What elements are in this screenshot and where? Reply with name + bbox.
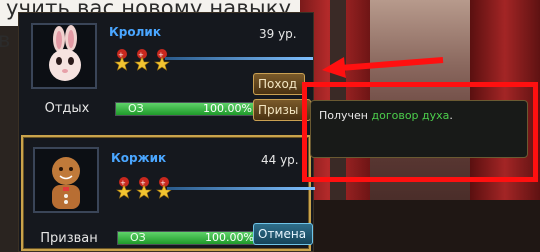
pet-hp-bar-1: ОЗ 100.00% — [115, 102, 261, 116]
svg-text:+: + — [120, 179, 126, 187]
svg-text:+: + — [138, 51, 144, 59]
chat-text-fragment: в — [0, 28, 11, 52]
pet-stars-1: + + + — [113, 49, 171, 71]
svg-text:+: + — [118, 51, 124, 59]
gingerbread-icon — [35, 149, 97, 211]
star-icon: + — [153, 49, 171, 71]
pet-xp-line-1 — [165, 57, 313, 60]
pet-hp-bar-2: ОЗ 100.00% — [117, 231, 263, 245]
pet-status-1: Отдых — [44, 101, 90, 116]
pet-hp-label-2: ОЗ — [130, 231, 146, 244]
pointer-arrow-icon — [322, 57, 444, 78]
pet-hp-value-1: 100.00% — [203, 102, 252, 115]
pet-portrait-1[interactable] — [31, 23, 97, 89]
pet-portrait-2[interactable] — [33, 147, 99, 213]
pet-level-1: 39 ур. — [259, 27, 297, 41]
star-icon: + — [135, 177, 153, 199]
star-icon: + — [115, 177, 133, 199]
cancel-button[interactable]: Отмена — [253, 223, 313, 245]
star-icon: + — [133, 49, 151, 71]
svg-text:+: + — [140, 179, 146, 187]
pet-panel: Отдых Кролик 39 ур. + + + Поход ОЗ 100.0… — [18, 12, 315, 252]
pet-stars-2: + + + — [115, 177, 173, 199]
pet-name-1: Кролик — [109, 25, 161, 39]
svg-text:+: + — [158, 51, 164, 59]
send-on-trip-button[interactable]: Поход — [253, 73, 305, 95]
rabbit-icon — [33, 25, 95, 87]
pet-card-2[interactable]: Призван Коржик 44 ур. + + + ОЗ 100.00% О… — [21, 135, 315, 251]
star-icon: + — [113, 49, 131, 71]
pet-xp-line-2 — [167, 187, 315, 190]
pet-hp-label-1: ОЗ — [128, 102, 144, 115]
svg-text:+: + — [160, 179, 166, 187]
pet-level-2: 44 ур. — [261, 153, 299, 167]
highlight-box — [302, 82, 538, 182]
pet-status-2: Призван — [40, 231, 98, 246]
scene-floor — [300, 200, 540, 252]
pet-hp-value-2: 100.00% — [205, 231, 254, 244]
pet-card-1[interactable]: Отдых Кролик 39 ур. + + + Поход ОЗ 100.0… — [21, 17, 313, 129]
pet-name-2: Коржик — [111, 151, 167, 165]
